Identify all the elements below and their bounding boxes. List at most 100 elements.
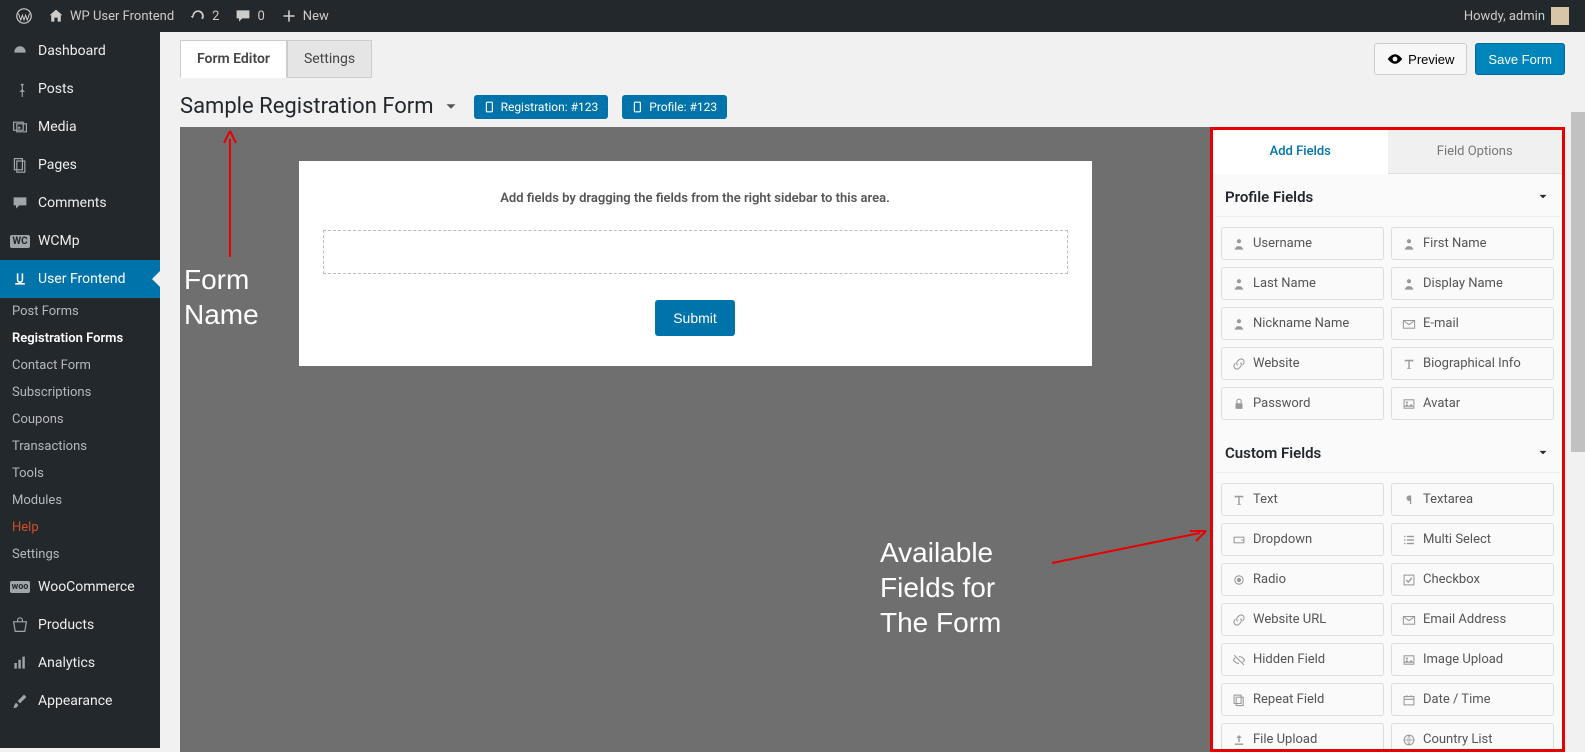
- field-label: Email Address: [1423, 612, 1506, 627]
- field-avatar[interactable]: Avatar: [1391, 387, 1554, 420]
- sidebar-sub-post-forms[interactable]: Post Forms: [0, 298, 160, 325]
- sidebar-item-wcmp[interactable]: WCWCMp: [0, 222, 160, 260]
- sidebar-item-dashboard[interactable]: Dashboard: [0, 32, 160, 70]
- comments-count[interactable]: 0: [227, 0, 272, 32]
- field-file-upload[interactable]: File Upload: [1221, 723, 1384, 749]
- image-icon: [1402, 653, 1416, 667]
- product-icon: [10, 615, 30, 635]
- globe-icon: [1402, 733, 1416, 747]
- page-icon: [10, 155, 30, 175]
- field-date-time[interactable]: Date / Time: [1391, 683, 1554, 716]
- field-password[interactable]: Password: [1221, 387, 1384, 420]
- top-actions: Form Editor Settings Preview Save Form: [180, 40, 1565, 78]
- mail-icon: [1402, 613, 1416, 627]
- sidebar-sub-transactions[interactable]: Transactions: [0, 433, 160, 460]
- tab-field-options[interactable]: Field Options: [1388, 130, 1563, 174]
- submit-button[interactable]: Submit: [655, 300, 735, 336]
- field-label: Dropdown: [1253, 532, 1312, 547]
- admin-bar: WP User Frontend 2 0 New Howdy, admin: [0, 0, 1585, 32]
- field-dropdown[interactable]: Dropdown: [1221, 523, 1384, 556]
- field-label: Hidden Field: [1253, 652, 1325, 667]
- sidebar-item-media[interactable]: Media: [0, 108, 160, 146]
- drop-hint: Add fields by dragging the fields from t…: [323, 191, 1068, 206]
- profile-badge[interactable]: Profile: #123: [622, 95, 727, 119]
- field-checkbox[interactable]: Checkbox: [1391, 563, 1554, 596]
- field-display-name[interactable]: Display Name: [1391, 267, 1554, 300]
- section-profile-fields[interactable]: Profile Fields: [1215, 174, 1560, 217]
- sidebar-sub-settings[interactable]: Settings: [0, 541, 160, 568]
- sidebar-item-label: Dashboard: [38, 43, 106, 59]
- sidebar-item-label: User Frontend: [38, 271, 125, 287]
- field-website[interactable]: Website: [1221, 347, 1384, 380]
- sidebar-sub-contact-form[interactable]: Contact Form: [0, 352, 160, 379]
- field-website-url[interactable]: Website URL: [1221, 603, 1384, 636]
- content-area: Form Editor Settings Preview Save Form S…: [160, 32, 1585, 748]
- sidebar-item-comments[interactable]: Comments: [0, 184, 160, 222]
- updates[interactable]: 2: [182, 0, 227, 32]
- hidden-icon: [1232, 653, 1246, 667]
- sidebar-item-posts[interactable]: Posts: [0, 70, 160, 108]
- sidebar-item-user-frontend[interactable]: User Frontend: [0, 260, 160, 298]
- field-image-upload[interactable]: Image Upload: [1391, 643, 1554, 676]
- wp-logo[interactable]: [8, 0, 40, 32]
- uf-icon: [10, 269, 30, 289]
- sidebar-sub-registration-forms[interactable]: Registration Forms: [0, 325, 160, 352]
- user-icon: [1232, 317, 1246, 331]
- drop-zone[interactable]: [323, 230, 1068, 274]
- field-textarea[interactable]: ¶Textarea: [1391, 483, 1554, 516]
- field-repeat-field[interactable]: Repeat Field: [1221, 683, 1384, 716]
- repeat-icon: [1232, 693, 1246, 707]
- mail-icon: [1402, 317, 1416, 331]
- field-label: Nickname Name: [1253, 316, 1349, 331]
- avatar: [1551, 7, 1569, 25]
- user-greeting[interactable]: Howdy, admin: [1456, 0, 1577, 32]
- field-label: Display Name: [1423, 276, 1503, 291]
- field-multi-select[interactable]: Multi Select: [1391, 523, 1554, 556]
- sidebar-item-analytics[interactable]: Analytics: [0, 644, 160, 682]
- form-canvas: Add fields by dragging the fields from t…: [180, 127, 1210, 752]
- sidebar-item-label: Comments: [38, 195, 107, 211]
- sidebar-item-pages[interactable]: Pages: [0, 146, 160, 184]
- field-text[interactable]: Text: [1221, 483, 1384, 516]
- preview-button[interactable]: Preview: [1374, 43, 1467, 75]
- lock-icon: [1232, 397, 1246, 411]
- field-email-address[interactable]: Email Address: [1391, 603, 1554, 636]
- sidebar-item-woocommerce[interactable]: wooWooCommerce: [0, 568, 160, 606]
- sidebar-item-label: Analytics: [38, 655, 95, 671]
- site-name[interactable]: WP User Frontend: [40, 0, 182, 32]
- text-icon: [1402, 357, 1416, 371]
- field-label: Website URL: [1253, 612, 1326, 627]
- field-label: Checkbox: [1423, 572, 1480, 587]
- sidebar-item-products[interactable]: Products: [0, 606, 160, 644]
- tab-add-fields[interactable]: Add Fields: [1213, 130, 1388, 174]
- registration-badge[interactable]: Registration: #123: [474, 95, 609, 119]
- field-username[interactable]: Username: [1221, 227, 1384, 260]
- tab-form-editor[interactable]: Form Editor: [180, 40, 287, 78]
- sidebar-sub-subscriptions[interactable]: Subscriptions: [0, 379, 160, 406]
- image-icon: [1402, 397, 1416, 411]
- field-last-name[interactable]: Last Name: [1221, 267, 1384, 300]
- comment-icon: [10, 193, 30, 213]
- save-button[interactable]: Save Form: [1475, 43, 1565, 75]
- field-country-list[interactable]: Country List: [1391, 723, 1554, 749]
- field-biographical-info[interactable]: Biographical Info: [1391, 347, 1554, 380]
- sidebar-sub-tools[interactable]: Tools: [0, 460, 160, 487]
- field-label: Radio: [1253, 572, 1286, 587]
- section-custom-fields[interactable]: Custom Fields: [1215, 430, 1560, 473]
- sidebar-item-label: WCMp: [38, 233, 80, 249]
- new-content[interactable]: New: [273, 0, 337, 32]
- chevron-down-icon: [1536, 190, 1550, 204]
- field-nickname-name[interactable]: Nickname Name: [1221, 307, 1384, 340]
- sidebar-sub-help[interactable]: Help: [0, 514, 160, 541]
- sidebar-item-appearance[interactable]: Appearance: [0, 682, 160, 720]
- sidebar-sub-coupons[interactable]: Coupons: [0, 406, 160, 433]
- form-title[interactable]: Sample Registration Form: [180, 94, 460, 119]
- tab-settings[interactable]: Settings: [287, 40, 372, 78]
- field-radio[interactable]: Radio: [1221, 563, 1384, 596]
- fields-panel: Add Fields Field Options Profile Fields U…: [1210, 127, 1565, 752]
- sidebar-sub-modules[interactable]: Modules: [0, 487, 160, 514]
- field-e-mail[interactable]: E-mail: [1391, 307, 1554, 340]
- user-icon: [1232, 277, 1246, 291]
- field-first-name[interactable]: First Name: [1391, 227, 1554, 260]
- field-hidden-field[interactable]: Hidden Field: [1221, 643, 1384, 676]
